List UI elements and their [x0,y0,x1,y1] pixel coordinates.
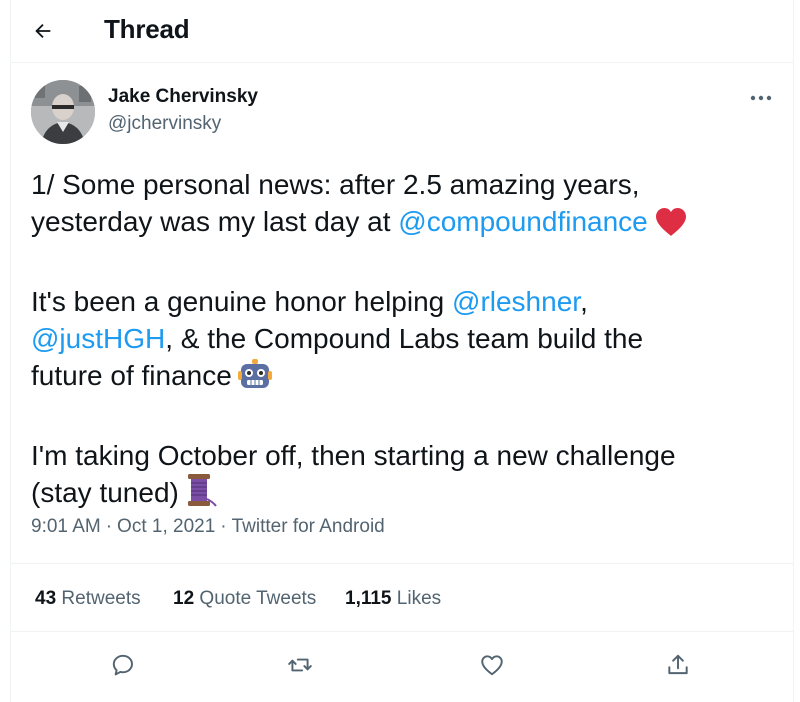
author-name[interactable]: Jake Chervinsky [108,86,258,108]
heart-emoji [654,207,688,246]
more-horizontal-icon [750,95,772,101]
reply-icon [112,654,133,676]
retweets-stat[interactable]: 43 Retweets [35,588,141,610]
tweet-text: 1/ Some personal news: after 2.5 amazing… [31,166,781,517]
retweets-label: Retweets [61,588,141,609]
retweets-count: 43 [35,588,57,609]
tweet-line: future of finance [31,357,781,400]
thread-view: Thread Jake Chervinsky @jchervinsky 1/ S… [10,0,794,702]
mention-link[interactable]: @compoundfinance [398,206,647,237]
arrow-left-icon [35,23,51,39]
tweet-line: It's been a genuine honor helping @rlesh… [31,283,781,320]
share-button[interactable] [661,648,695,682]
tweet-date[interactable]: Oct 1, 2021 [117,516,215,537]
quote-tweets-stat[interactable]: 12 Quote Tweets [173,588,316,610]
quote-tweets-count: 12 [173,588,195,609]
likes-stat[interactable]: 1,115 Likes [345,588,441,610]
quote-tweets-label: Quote Tweets [199,588,317,609]
retweet-button[interactable] [283,648,317,682]
thread-header: Thread [11,0,793,63]
tweet-text-segment: yesterday was my last day at [31,206,399,237]
mention-link[interactable]: @justHGH [31,323,165,354]
tweet-text-segment: 1/ Some personal news: after 2.5 amazing… [31,169,640,200]
tweet-line: (stay tuned) [31,474,781,517]
avatar[interactable] [31,80,95,144]
retweet-icon [288,658,312,672]
reply-button[interactable] [106,648,140,682]
author-handle[interactable]: @jchervinsky [108,113,221,135]
tweet-timestamp: 9:01 AM · Oct 1, 2021 · Twitter for Android [31,516,385,538]
mention-link[interactable]: @rleshner [452,286,580,317]
share-icon [668,654,688,675]
tweet-time[interactable]: 9:01 AM [31,516,101,537]
back-button[interactable] [23,11,63,51]
tweet-source[interactable]: Twitter for Android [232,516,385,537]
tweet-stats: 43 Retweets 12 Quote Tweets 1,115 Likes [11,563,793,632]
avatar-photo [31,80,95,144]
tweet-line: 1/ Some personal news: after 2.5 amazing… [31,166,781,203]
robot-emoji [237,359,272,400]
tweet-text-segment: (stay tuned) [31,477,179,508]
tweet-line: yesterday was my last day at @compoundfi… [31,203,781,246]
tweet-text-segment: future of finance [31,360,232,391]
page-title: Thread [104,14,190,44]
more-options-button[interactable] [741,84,781,112]
likes-count: 1,115 [345,588,392,609]
like-button[interactable] [475,648,509,682]
tweet-text-segment: , & the Compound Labs team build the [165,323,644,354]
meta-separator: · [220,516,227,537]
tweet-text-segment: It's been a genuine honor helping [31,286,453,317]
tweet-line: @justHGH, & the Compound Labs team build… [31,320,781,357]
tweet-text-segment: I'm taking October off, then starting a … [31,440,676,471]
tweet-line: I'm taking October off, then starting a … [31,437,781,474]
thread-spool-emoji [185,474,217,517]
likes-label: Likes [396,588,442,609]
meta-separator: · [105,516,113,537]
like-icon [481,655,503,676]
tweet-text-segment: , [580,286,588,317]
